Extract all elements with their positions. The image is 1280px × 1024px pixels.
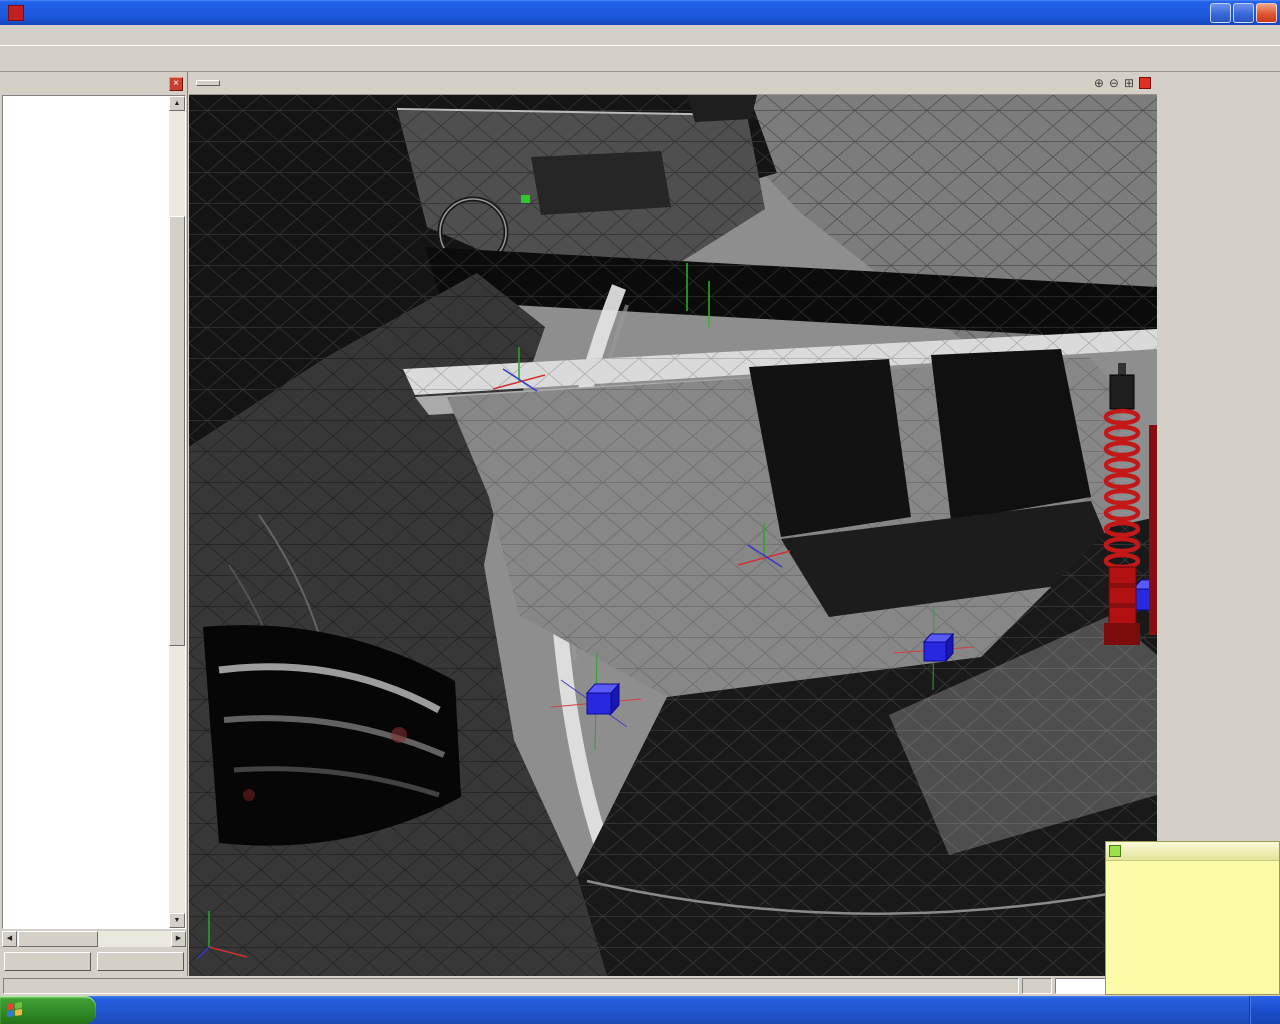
sticky-note-body[interactable] <box>1106 861 1279 871</box>
close-button[interactable] <box>1256 3 1277 23</box>
tree-horizontal-scrollbar[interactable]: ◀ ▶ <box>2 931 186 947</box>
scroll-right-icon[interactable]: ▶ <box>171 931 186 947</box>
app-icon <box>8 5 24 21</box>
sticky-note-icon <box>1109 845 1121 857</box>
zoom-out-icon[interactable]: ⊖ <box>1109 76 1119 90</box>
windows-logo-icon <box>7 1001 23 1018</box>
scene-tree: ▲ ▼ <box>2 95 186 929</box>
scroll-up-icon[interactable]: ▲ <box>169 96 185 111</box>
scroll-left-icon[interactable]: ◀ <box>2 931 17 947</box>
viewport-3d[interactable] <box>189 95 1157 976</box>
minimize-button[interactable] <box>1210 3 1231 23</box>
toolbar <box>0 46 1280 72</box>
sticky-note-titlebar[interactable] <box>1106 842 1279 861</box>
scrollbar-thumb[interactable] <box>169 216 185 646</box>
scroll-down-icon[interactable]: ▼ <box>169 913 185 928</box>
status-empty-box <box>1022 978 1052 994</box>
scrollbar-thumb[interactable] <box>18 931 98 947</box>
panel-close-icon[interactable]: × <box>169 77 183 91</box>
menu-bar <box>0 25 1280 46</box>
perspective-view-button[interactable] <box>196 80 220 86</box>
status-message <box>3 978 1019 994</box>
maximize-view-icon[interactable]: ⊞ <box>1124 76 1134 90</box>
active-viewport-indicator[interactable] <box>1139 77 1151 89</box>
zoom-in-icon[interactable]: ⊕ <box>1094 76 1104 90</box>
viewport-header: ⊕ ⊖ ⊞ <box>189 72 1157 95</box>
system-tray <box>1249 996 1280 1024</box>
start-button[interactable] <box>0 996 96 1024</box>
maximize-button[interactable] <box>1233 3 1254 23</box>
show-all-button[interactable] <box>4 952 91 971</box>
title-bar <box>0 0 1280 25</box>
status-bar <box>0 976 1280 996</box>
car-body-mesh[interactable] <box>189 95 1157 976</box>
hide-all-button[interactable] <box>97 952 184 971</box>
tree-vertical-scrollbar[interactable]: ▲ ▼ <box>169 96 185 928</box>
scene-tree-panel: × ▲ ▼ ◀ ▶ <box>0 72 188 976</box>
viewport-3d-scene[interactable] <box>189 95 1157 976</box>
sticky-note[interactable] <box>1105 841 1280 995</box>
taskbar <box>0 996 1280 1024</box>
